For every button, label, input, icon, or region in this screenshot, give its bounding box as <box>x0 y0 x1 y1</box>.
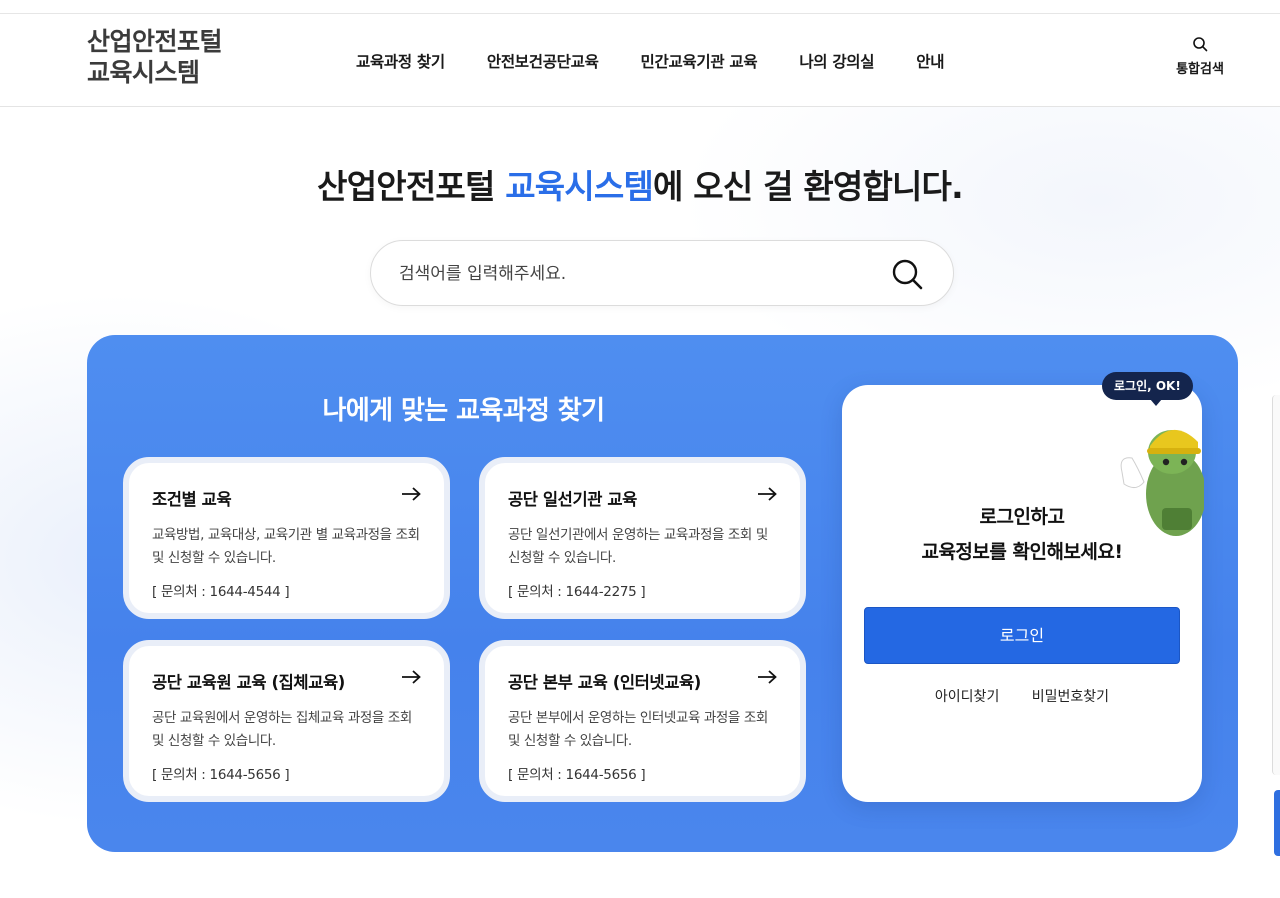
nav-item-kosha-education[interactable]: 안전보건공단교육 <box>466 50 620 72</box>
login-message-line-2: 교육정보를 확인해보세요! <box>921 541 1123 563</box>
welcome-suffix: 에 오신 걸 환영합니다. <box>653 167 964 206</box>
card-title: 공단 일선기관 교육 <box>508 490 637 509</box>
card-description: 교육방법, 교육대상, 교육기관 별 교육과정을 조회및 신청할 수 있습니다. <box>152 527 420 566</box>
site-header: 산업안전포털 교육시스템 교육과정 찾기 안전보건공단교육 민간교육기관 교육 … <box>0 14 1280 107</box>
card-contact: [ 문의처 : 1644-2275 ] <box>508 584 646 600</box>
card-description: 공단 일선기관에서 운영하는 교육과정을 조회 및 신청할 수 있습니다. <box>508 527 768 566</box>
search-icon <box>1193 37 1208 52</box>
total-search-button[interactable]: 통합검색 <box>1168 36 1232 77</box>
login-message-line-1: 로그인하고 <box>979 506 1065 528</box>
welcome-heading: 산업안전포털 교육시스템에 오신 걸 환영합니다. <box>0 160 1280 208</box>
card-description: 공단 교육원에서 운영하는 집체교육 과정을 조회 및 신청할 수 있습니다. <box>152 710 412 749</box>
total-search-label: 통합검색 <box>1176 62 1224 77</box>
arrow-right-icon <box>758 487 777 501</box>
side-quick-menu[interactable] <box>1272 395 1280 775</box>
card-description: 공단 본부에서 운영하는 인터넷교육 과정을 조회 및 신청할 수 있습니다. <box>508 710 768 749</box>
utility-strip <box>0 0 1280 14</box>
course-card-by-condition[interactable]: 조건별 교육 교육방법, 교육대상, 교육기관 별 교육과정을 조회및 신청할 … <box>123 457 450 619</box>
search-icon[interactable] <box>889 256 925 292</box>
card-contact: [ 문의처 : 1644-5656 ] <box>152 767 290 783</box>
main-search-box <box>370 240 954 306</box>
login-links: 아이디찾기 비밀번호찾기 <box>842 686 1202 706</box>
nav-item-my-classroom[interactable]: 나의 강의실 <box>778 50 895 72</box>
side-quick-tab[interactable] <box>1274 790 1280 856</box>
find-password-link[interactable]: 비밀번호찾기 <box>1032 689 1109 705</box>
nav-item-private-education[interactable]: 민간교육기관 교육 <box>620 50 779 72</box>
main-nav: 교육과정 찾기 안전보건공단교육 민간교육기관 교육 나의 강의실 안내 <box>335 14 965 107</box>
site-logo[interactable]: 산업안전포털 교육시스템 <box>87 26 223 88</box>
login-ok-badge: 로그인, OK! <box>1102 372 1193 406</box>
find-id-link[interactable]: 아이디찾기 <box>935 689 999 705</box>
card-title: 조건별 교육 <box>152 490 232 509</box>
card-title: 공단 교육원 교육 (집체교육) <box>152 673 345 692</box>
course-card-headquarters-online[interactable]: 공단 본부 교육 (인터넷교육) 공단 본부에서 운영하는 인터넷교육 과정을 … <box>479 640 806 802</box>
login-message: 로그인하고 교육정보를 확인해보세요! <box>842 500 1202 570</box>
welcome-highlight: 교육시스템 <box>505 167 654 206</box>
card-title: 공단 본부 교육 (인터넷교육) <box>508 673 701 692</box>
logo-line-1: 산업안전포털 <box>87 27 223 56</box>
arrow-right-icon <box>758 670 777 684</box>
nav-item-guide[interactable]: 안내 <box>895 50 965 72</box>
arrow-right-icon <box>402 670 421 684</box>
card-contact: [ 문의처 : 1644-5656 ] <box>508 767 646 783</box>
course-card-training-institute[interactable]: 공단 교육원 교육 (집체교육) 공단 교육원에서 운영하는 집체교육 과정을 … <box>123 640 450 802</box>
nav-item-course-search[interactable]: 교육과정 찾기 <box>335 50 466 72</box>
course-card-field-office[interactable]: 공단 일선기관 교육 공단 일선기관에서 운영하는 교육과정을 조회 및 신청할… <box>479 457 806 619</box>
welcome-prefix: 산업안전포털 <box>317 167 506 206</box>
search-input[interactable] <box>399 259 879 289</box>
login-button[interactable]: 로그인 <box>864 607 1180 664</box>
course-finder-title: 나에게 맞는 교육과정 찾기 <box>322 396 605 426</box>
card-contact: [ 문의처 : 1644-4544 ] <box>152 584 290 600</box>
arrow-right-icon <box>402 487 421 501</box>
logo-line-2: 교육시스템 <box>87 58 200 87</box>
